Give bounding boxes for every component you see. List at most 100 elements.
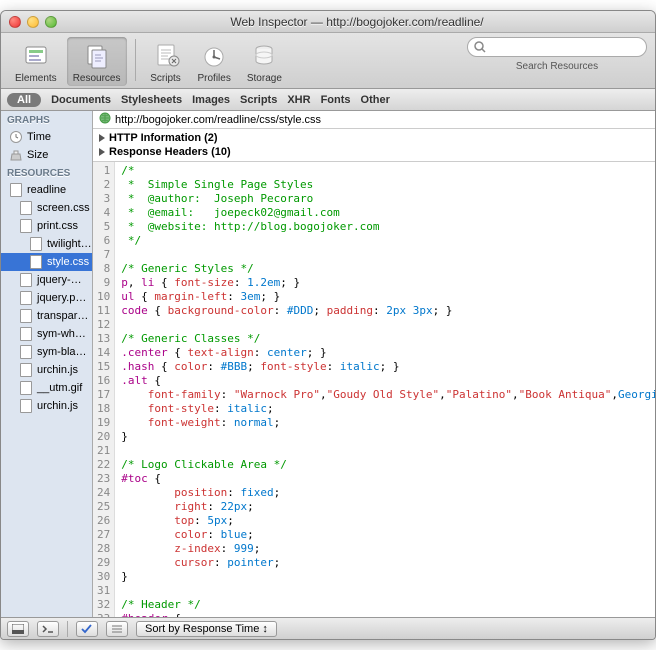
sidebar-item[interactable]: print.css [1, 217, 92, 235]
code-area[interactable]: 1234567891011121314151617181920212223242… [93, 162, 655, 617]
sidebar-item[interactable]: __utm.gif [1, 379, 92, 397]
filter-documents[interactable]: Documents [51, 94, 111, 106]
sidebar-item-label: style.css [47, 256, 89, 268]
main-area: GRAPHS Time Size RESOURCES readlinescree… [1, 111, 655, 617]
sort-button[interactable]: Sort by Response Time ↕ [136, 621, 277, 637]
filter-fonts[interactable]: Fonts [321, 94, 351, 106]
sidebar-item-label: transpar… [37, 310, 88, 322]
window-title: Web Inspector — http://bogojoker.com/rea… [67, 15, 647, 29]
search-icon [473, 40, 487, 54]
resources-button[interactable]: Resources [67, 37, 127, 86]
filter-scripts[interactable]: Scripts [240, 94, 277, 106]
breadcrumb[interactable]: http://bogojoker.com/readline/css/style.… [93, 111, 655, 129]
line-gutter: 1234567891011121314151617181920212223242… [93, 162, 115, 617]
sidebar-item[interactable]: sym-bla… [1, 343, 92, 361]
scripts-label: Scripts [150, 73, 181, 84]
response-headers-label: Response Headers (10) [109, 146, 231, 158]
checkmark-icon [81, 624, 93, 634]
resources-label: Resources [73, 73, 121, 84]
scripts-icon [150, 39, 182, 71]
filter-other[interactable]: Other [361, 94, 390, 106]
elements-icon [20, 39, 52, 71]
file-icon [9, 183, 23, 197]
sidebar: GRAPHS Time Size RESOURCES readlinescree… [1, 111, 93, 617]
traffic-lights [9, 16, 57, 28]
sidebar-item-label: twilight… [47, 238, 92, 250]
http-info-row[interactable]: HTTP Information (2) [93, 131, 655, 145]
sidebar-item[interactable]: transpar… [1, 307, 92, 325]
code-content[interactable]: /* * Simple Single Page Styles * @author… [115, 162, 655, 617]
filter-bar: All Documents Stylesheets Images Scripts… [1, 89, 655, 111]
sidebar-item[interactable]: sym-wh… [1, 325, 92, 343]
sidebar-item-label: urchin.js [37, 364, 78, 376]
resources-icon [81, 39, 113, 71]
sidebar-item-label: urchin.js [37, 400, 78, 412]
http-info-label: HTTP Information (2) [109, 132, 218, 144]
filter-xhr[interactable]: XHR [287, 94, 310, 106]
response-headers-row[interactable]: Response Headers (10) [93, 145, 655, 159]
file-icon [19, 219, 33, 233]
resource-list: readline screen.css print.css twilight… styl… [1, 181, 92, 415]
sidebar-item[interactable]: screen.css [1, 199, 92, 217]
disclosure-triangle-icon [99, 148, 105, 156]
search-input[interactable] [467, 37, 647, 57]
sidebar-item-label: __utm.gif [37, 382, 82, 394]
sidebar-item[interactable]: urchin.js [1, 397, 92, 415]
sidebar-item[interactable]: style.css [1, 253, 92, 271]
file-icon [19, 273, 33, 287]
content-pane: http://bogojoker.com/readline/css/style.… [93, 111, 655, 617]
dock-icon [12, 624, 24, 634]
sort-arrows-icon: ↕ [262, 623, 268, 635]
search-container: Search Resources [467, 37, 647, 72]
close-icon[interactable] [9, 16, 21, 28]
search-label: Search Resources [516, 61, 598, 72]
profiles-button[interactable]: Profiles [192, 37, 237, 86]
sidebar-time-label: Time [27, 131, 51, 143]
sidebar-item-label: screen.css [37, 202, 90, 214]
sidebar-time[interactable]: Time [1, 128, 92, 146]
list-icon [111, 624, 123, 634]
elements-label: Elements [15, 73, 57, 84]
dock-button[interactable] [7, 621, 29, 637]
file-icon [19, 327, 33, 341]
sort-label: Sort by Response Time [145, 623, 259, 635]
larger-resources-button[interactable] [106, 621, 128, 637]
resources-header: RESOURCES [1, 164, 92, 181]
sidebar-item[interactable]: urchin.js [1, 361, 92, 379]
sidebar-item[interactable]: twilight… [1, 235, 92, 253]
inspector-window: Web Inspector — http://bogojoker.com/rea… [0, 10, 656, 640]
sidebar-item-label: jquery.p… [37, 292, 86, 304]
profiles-label: Profiles [198, 73, 231, 84]
file-icon [19, 363, 33, 377]
file-icon [29, 237, 43, 251]
sidebar-item[interactable]: jquery-… [1, 271, 92, 289]
minimize-icon[interactable] [27, 16, 39, 28]
toolbar-separator [135, 39, 136, 81]
filter-images[interactable]: Images [192, 94, 230, 106]
headers-section: HTTP Information (2) Response Headers (1… [93, 129, 655, 162]
scripts-button[interactable]: Scripts [144, 37, 188, 86]
sidebar-item-label: sym-wh… [37, 328, 86, 340]
clock-icon [9, 130, 23, 144]
record-button[interactable] [76, 621, 98, 637]
sidebar-item[interactable]: jquery.p… [1, 289, 92, 307]
titlebar[interactable]: Web Inspector — http://bogojoker.com/rea… [1, 11, 655, 33]
file-icon [19, 291, 33, 305]
file-icon [19, 201, 33, 215]
breadcrumb-url: http://bogojoker.com/readline/css/style.… [115, 114, 321, 126]
zoom-icon[interactable] [45, 16, 57, 28]
sidebar-size[interactable]: Size [1, 146, 92, 164]
elements-button[interactable]: Elements [9, 37, 63, 86]
filter-stylesheets[interactable]: Stylesheets [121, 94, 182, 106]
sidebar-item-label: jquery-… [37, 274, 82, 286]
storage-label: Storage [247, 73, 282, 84]
console-button[interactable] [37, 621, 59, 637]
storage-button[interactable]: Storage [241, 37, 288, 86]
statusbar: Sort by Response Time ↕ [1, 617, 655, 639]
profiles-icon [198, 39, 230, 71]
sidebar-item[interactable]: readline [1, 181, 92, 199]
sidebar-item-label: sym-bla… [37, 346, 87, 358]
file-icon [19, 309, 33, 323]
sidebar-item-label: print.css [37, 220, 78, 232]
filter-all[interactable]: All [7, 93, 41, 107]
